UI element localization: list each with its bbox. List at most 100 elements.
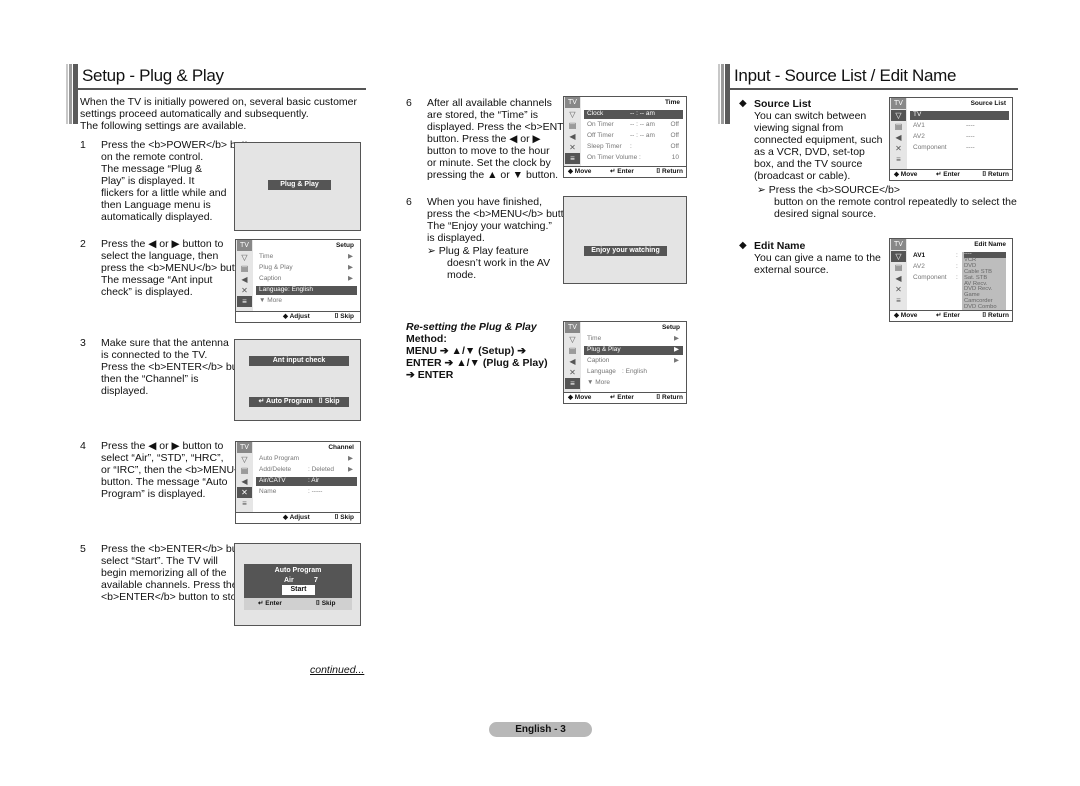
sound-icon[interactable]: ◀ xyxy=(891,273,906,284)
tv-screen-enjoy: Enjoy your watching xyxy=(563,196,687,284)
screen-icon[interactable]: ▤ xyxy=(891,121,906,132)
picture-icon[interactable]: ▽ xyxy=(891,251,906,262)
menu-item[interactable]: Air/CATV: Air xyxy=(256,477,357,486)
menu-item[interactable]: Auto Program ▶ xyxy=(256,455,357,464)
menu-item[interactable]: AV1 ---- xyxy=(910,122,1009,131)
step-number: 5 xyxy=(80,543,86,555)
arrow-right-icon: ▶ xyxy=(348,253,353,260)
setup-icon[interactable]: ≡ xyxy=(565,153,580,164)
skip-hint: ⌷ Skip xyxy=(318,398,340,405)
menu-item-label: Language xyxy=(259,286,288,293)
menu-item[interactable]: Time ▶ xyxy=(256,253,357,262)
menu-item-value: : xyxy=(956,263,958,270)
channel-icon[interactable]: ✕ xyxy=(891,143,906,154)
menu-item[interactable]: Clock -- : -- am xyxy=(584,110,683,119)
channel-icon[interactable]: ✕ xyxy=(565,367,580,378)
menu-item[interactable]: On Timer Volume : 10 xyxy=(584,154,683,163)
menu-item-value: -- : -- am xyxy=(630,121,655,128)
menu-item[interactable]: Time ▶ xyxy=(584,335,683,344)
move-hint: ◆ Move xyxy=(568,168,592,175)
arrow-right-icon: ▶ xyxy=(348,275,353,282)
channel-icon[interactable]: ✕ xyxy=(565,142,580,153)
menu-item[interactable]: Sleep Timer: Off xyxy=(584,143,683,152)
screen-icon[interactable]: ▤ xyxy=(565,120,580,131)
menu-icon-column: TV ▽ ▤ ◀ ✕ ≡ xyxy=(890,239,907,311)
menu-item-label: Auto Program xyxy=(259,455,300,462)
channel-icon[interactable]: ✕ xyxy=(237,487,252,498)
setup-icon[interactable]: ≡ xyxy=(891,154,906,165)
tv-icon: TV xyxy=(237,240,252,251)
menu-item[interactable]: Caption ▶ xyxy=(584,357,683,366)
menu-item-status: Off xyxy=(670,143,679,150)
text-line: ➢ Plug & Play feature xyxy=(427,245,529,257)
picture-icon[interactable]: ▽ xyxy=(237,454,252,465)
setup-icon[interactable]: ≡ xyxy=(891,295,906,306)
menu-item[interactable]: ▼ More xyxy=(256,297,357,306)
sound-icon[interactable]: ◀ xyxy=(237,476,252,487)
sound-icon[interactable]: ◀ xyxy=(565,356,580,367)
menu-item-status: 10 xyxy=(671,154,679,161)
setup-icon[interactable]: ≡ xyxy=(237,296,252,307)
screen-icon[interactable]: ▤ xyxy=(565,345,580,356)
text-line: as a VCR, DVD, set-top xyxy=(754,146,865,158)
screen-icon[interactable]: ▤ xyxy=(237,465,252,476)
sound-icon[interactable]: ◀ xyxy=(237,274,252,285)
text-line: is displayed. xyxy=(427,232,485,244)
menu-icon-column: TV ▽ ▤ ◀ ✕ ≡ xyxy=(564,322,581,393)
menu-item[interactable]: Component ---- xyxy=(910,144,1009,153)
text-line: (broadcast or cable). xyxy=(754,170,851,182)
menu-item[interactable]: Language: English xyxy=(256,286,357,295)
menu-item[interactable]: On Timer -- : -- am Off xyxy=(584,121,683,130)
menu-item[interactable]: Plug & Play ▶ xyxy=(584,346,683,355)
channel-icon[interactable]: ✕ xyxy=(891,284,906,295)
sound-icon[interactable]: ◀ xyxy=(891,132,906,143)
reset-line: ENTER ➔ ▲/▼ (Plug & Play) xyxy=(406,357,548,369)
setup-icon[interactable]: ≡ xyxy=(565,378,580,389)
menu-item[interactable]: Plug & Play ▶ xyxy=(256,264,357,273)
name-options-list[interactable]: ---- VCR DVD Cable STB Sat. STB AV Recv. DVD R… xyxy=(962,251,1006,311)
menu-item-value: ---- xyxy=(966,144,975,151)
setup-icon[interactable]: ≡ xyxy=(237,498,252,509)
menu-item-value: : English xyxy=(288,286,313,293)
arrow-right-icon: ▶ xyxy=(674,357,679,364)
picture-icon[interactable]: ▽ xyxy=(237,252,252,263)
menu-item[interactable]: Language: English xyxy=(584,368,683,377)
title-bar-decoration xyxy=(718,64,730,124)
osd-message: Plug & Play xyxy=(268,180,331,190)
picture-icon[interactable]: ▽ xyxy=(565,334,580,345)
menu-item[interactable]: Name: ----- xyxy=(256,488,357,497)
menu-title: Channel xyxy=(328,444,354,451)
arrow-right-icon: ▶ xyxy=(674,346,679,353)
channel-icon[interactable]: ✕ xyxy=(237,285,252,296)
text-line: Press the ◀ or ▶ button to xyxy=(101,238,224,250)
menu-item[interactable]: Add/Delete: Deleted ▶ xyxy=(256,466,357,475)
menu-item-label: Caption xyxy=(587,357,610,364)
sound-icon[interactable]: ◀ xyxy=(565,131,580,142)
step-text: Press the ◀ or ▶ button to select “Air”, … xyxy=(101,440,255,500)
note-text: ➢ Press the <b>SOURCE</b> xyxy=(757,184,901,196)
screen-icon[interactable]: ▤ xyxy=(891,262,906,273)
picture-icon[interactable]: ▽ xyxy=(891,110,906,121)
intro-line: The following settings are available. xyxy=(80,120,247,132)
screen-icon[interactable]: ▤ xyxy=(237,263,252,274)
start-button[interactable]: Start xyxy=(282,585,315,595)
menu-item[interactable]: Caption ▶ xyxy=(256,275,357,284)
time-menu: TV ▽ ▤ ◀ ✕ ≡ Time Clock -- : -- am On Timer -- : -… xyxy=(563,96,687,178)
menu-item[interactable]: TV xyxy=(910,111,1009,120)
source-list-menu: TV ▽ ▤ ◀ ✕ ≡ Source List TV AV1 ---- AV2 ---- Compon… xyxy=(889,97,1013,181)
menu-item-label: Language xyxy=(587,368,616,375)
move-hint: ◆ Move xyxy=(894,171,918,178)
menu-item-label: AV2 xyxy=(913,133,925,140)
enter-hint: ↵ Enter xyxy=(610,394,634,401)
continued-link[interactable]: continued... xyxy=(310,664,364,676)
menu-item-label: Sleep Timer xyxy=(587,143,622,150)
menu-item[interactable]: AV2 ---- xyxy=(910,133,1009,142)
menu-item[interactable]: ▼ More xyxy=(584,379,683,388)
menu-item-label: On Timer Volume : xyxy=(587,154,641,161)
menu-item[interactable]: Off Timer -- : -- am Off xyxy=(584,132,683,141)
bullet-icon: ◆ xyxy=(739,98,747,109)
menu-item-status: Off xyxy=(670,121,679,128)
auto-program-footer: ↵ Enter ⌷ Skip xyxy=(244,598,352,610)
text-line: select “Air”, “STD”, “HRC”, xyxy=(101,452,224,464)
picture-icon[interactable]: ▽ xyxy=(565,109,580,120)
